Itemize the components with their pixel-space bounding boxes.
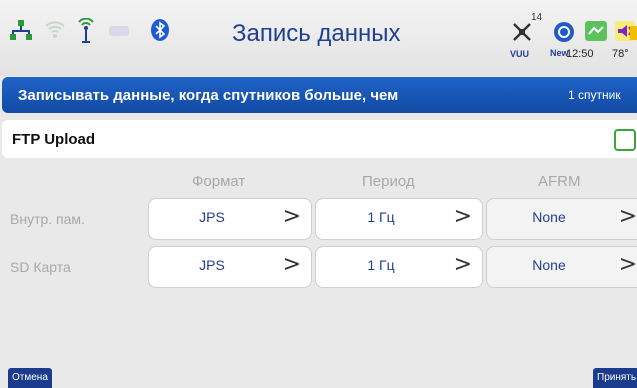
column-header-period: Период	[362, 173, 415, 190]
column-header-afrm: AFRM	[538, 173, 581, 190]
battery-icon[interactable]	[630, 26, 637, 45]
accept-button[interactable]: Принять	[593, 368, 637, 388]
network-icon[interactable]	[8, 18, 34, 49]
bluetooth-icon[interactable]	[150, 18, 170, 47]
chevron-right-icon: >	[282, 204, 301, 229]
status-bar: Запись данных 14 VUU New 12:50 78°	[0, 0, 637, 76]
chevron-right-icon: >	[618, 252, 637, 277]
period-selector-sd[interactable]: 1 Гц >	[315, 246, 483, 288]
chevron-right-icon: >	[282, 252, 301, 277]
cancel-button[interactable]: Отмена	[8, 368, 52, 388]
chevron-right-icon: >	[453, 204, 472, 229]
satellite-count: 14	[531, 12, 543, 23]
satellite-threshold-label: Записывать данные, когда спутников больш…	[18, 87, 399, 104]
temperature: 78°	[612, 48, 629, 60]
correction-status-icon[interactable]	[552, 20, 576, 49]
radio-antenna-icon[interactable]	[76, 17, 96, 49]
format-value: JPS	[199, 257, 225, 273]
map-icon[interactable]	[584, 20, 608, 47]
period-selector-internal[interactable]: 1 Гц >	[315, 198, 483, 240]
ftp-upload-checkbox[interactable]	[614, 129, 636, 151]
afrm-selector-sd[interactable]: None >	[486, 246, 637, 288]
column-header-format: Формат	[192, 173, 246, 190]
period-value: 1 Гц	[367, 209, 395, 225]
ftp-upload-row[interactable]: FTP Upload	[2, 120, 637, 158]
wifi-icon[interactable]	[44, 18, 66, 45]
afrm-value: None	[532, 257, 566, 273]
chevron-right-icon: >	[618, 204, 637, 229]
modem-icon[interactable]	[108, 24, 130, 42]
row-label-sd-card: SD Карта	[10, 259, 71, 275]
chevron-right-icon: >	[453, 252, 472, 277]
row-label-internal-memory: Внутр. пам.	[10, 211, 85, 227]
ftp-upload-label: FTP Upload	[12, 131, 96, 148]
clock: 12:50	[566, 48, 594, 60]
period-value: 1 Гц	[367, 257, 395, 273]
satellite-threshold-row[interactable]: Записывать данные, когда спутников больш…	[2, 77, 637, 113]
satellite-mode-label: VUU	[510, 49, 530, 59]
satellite-threshold-value[interactable]: 1 спутник	[568, 88, 621, 102]
afrm-selector-internal[interactable]: None >	[486, 198, 637, 240]
format-value: JPS	[199, 209, 225, 225]
afrm-value: None	[532, 209, 566, 225]
page-title: Запись данных	[232, 20, 401, 47]
format-selector-internal[interactable]: JPS >	[148, 198, 312, 240]
satellite-icon[interactable]	[510, 20, 534, 51]
format-selector-sd[interactable]: JPS >	[148, 246, 312, 288]
